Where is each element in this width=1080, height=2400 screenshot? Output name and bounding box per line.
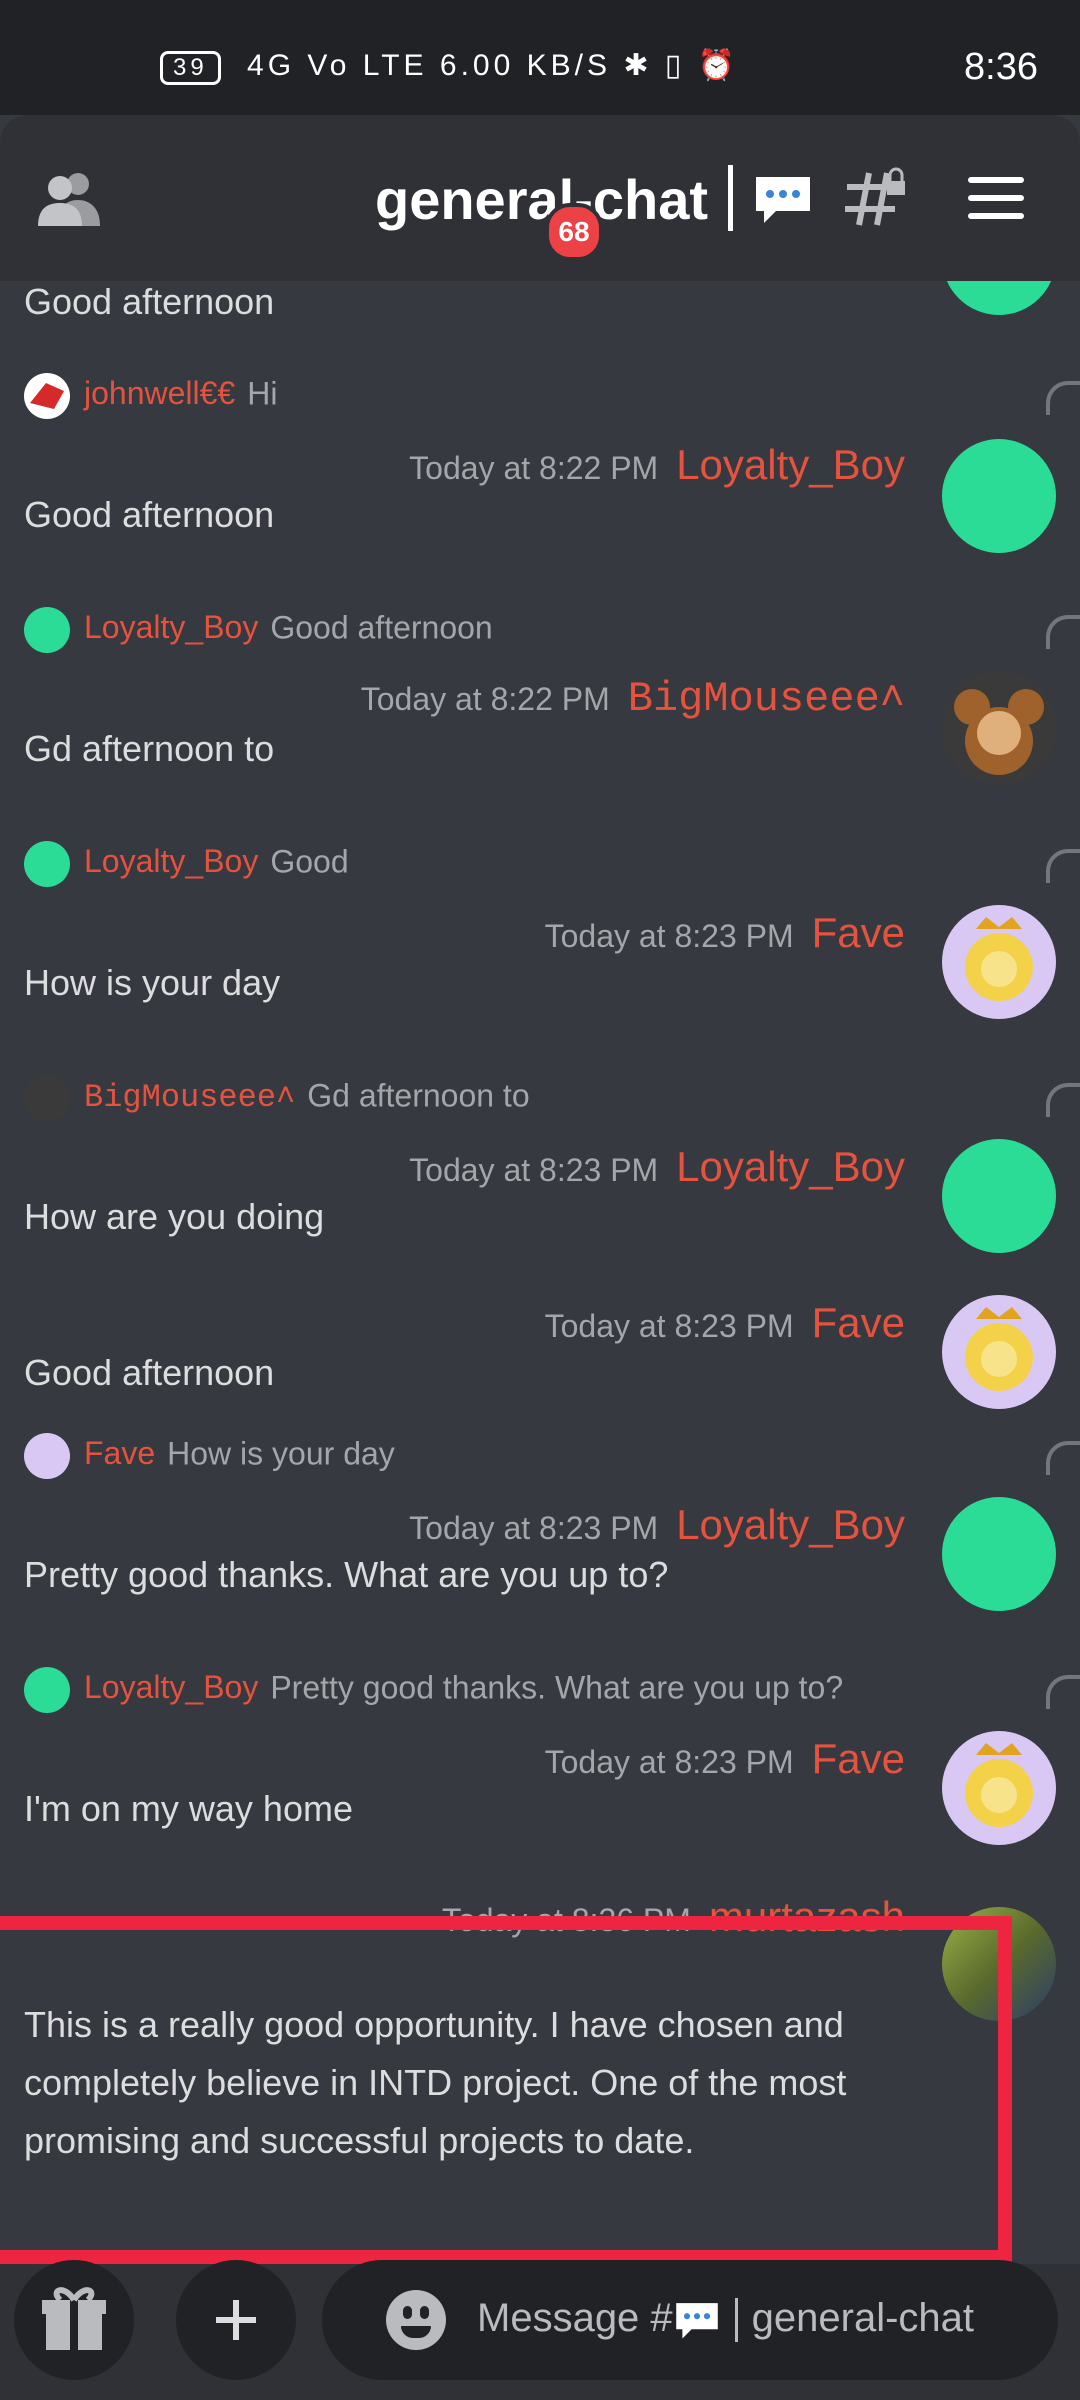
- reply-text: Good: [270, 843, 349, 880]
- reply-author[interactable]: BigMouseee˄: [84, 1079, 295, 1116]
- gift-icon: [42, 2287, 106, 2350]
- unread-badge: 68: [545, 203, 603, 261]
- avatar[interactable]: [942, 1295, 1056, 1409]
- reply-connector: [1046, 615, 1080, 649]
- avatar[interactable]: [942, 905, 1056, 1019]
- timestamp: Today at 8:23 PM: [409, 1152, 659, 1188]
- battery-icon: 39: [160, 51, 221, 85]
- author-name[interactable]: Fave: [812, 909, 905, 956]
- message-text: Pretty good thanks. What are you up to?: [24, 1554, 669, 1595]
- avatar[interactable]: [942, 439, 1056, 553]
- placeholder-prefix: Message #: [477, 2296, 673, 2340]
- timestamp: Today at 8:23 PM: [544, 1308, 794, 1344]
- reply-text: Good afternoon: [270, 609, 493, 646]
- author-name[interactable]: Loyalty_Boy: [676, 1501, 905, 1548]
- message-text: How is your day: [24, 962, 281, 1003]
- reply-author[interactable]: Fave: [84, 1435, 155, 1471]
- reply-author[interactable]: Loyalty_Boy: [84, 609, 258, 645]
- author-name[interactable]: BigMouseee˄: [628, 675, 905, 723]
- message-placeholder: Message # general-chat: [477, 2296, 975, 2343]
- message-text: Good afternoon: [24, 1352, 275, 1393]
- timestamp: Today at 8:23 PM: [409, 1510, 659, 1546]
- author-name[interactable]: Loyalty_Boy: [676, 441, 905, 488]
- locked-thread-icon[interactable]: [843, 165, 907, 229]
- message-text: Good afternoon: [24, 494, 275, 535]
- message-text: How are you doing: [24, 1196, 325, 1237]
- chat-bubble-icon: [675, 2303, 718, 2339]
- reply-connector: [1046, 1441, 1080, 1475]
- author-name[interactable]: Loyalty_Boy: [676, 1143, 905, 1190]
- reply-connector: [1046, 849, 1080, 883]
- avatar[interactable]: [942, 1497, 1056, 1611]
- message-text: I'm on my way home: [24, 1788, 353, 1829]
- plus-icon: [216, 2300, 256, 2340]
- timestamp: Today at 8:23 PM: [544, 1744, 794, 1780]
- avatar[interactable]: [942, 1139, 1056, 1253]
- mini-avatar: [24, 373, 70, 419]
- mini-avatar: [24, 841, 70, 887]
- author-name[interactable]: Fave: [812, 1299, 905, 1346]
- reply-connector: [1046, 1083, 1080, 1117]
- reply-connector: [1046, 1675, 1080, 1709]
- reply-text: Hi: [247, 375, 278, 412]
- avatar[interactable]: [942, 281, 1056, 315]
- placeholder-channel: general-chat: [751, 2296, 975, 2340]
- network-indicators: 4G Vo LTE 6.00 KB/S ✱ ▯ ⏰: [247, 49, 739, 82]
- status-indicators: 39 4G Vo LTE 6.00 KB/S ✱ ▯ ⏰: [160, 48, 739, 85]
- header-divider: [728, 165, 733, 231]
- mini-avatar: [24, 1075, 70, 1121]
- status-bar: 39 4G Vo LTE 6.00 KB/S ✱ ▯ ⏰ 8:36: [0, 0, 1080, 115]
- reply-text: How is your day: [167, 1435, 395, 1472]
- mini-avatar: [24, 1433, 70, 1479]
- chat-bubble-icon[interactable]: [752, 173, 814, 225]
- highlight-box: [0, 1916, 1012, 2264]
- reply-connector: [1046, 381, 1080, 415]
- clock: 8:36: [964, 46, 1038, 88]
- message-text: Gd afternoon to: [24, 728, 275, 769]
- timestamp: Today at 8:23 PM: [544, 918, 794, 954]
- timestamp: Today at 8:22 PM: [409, 450, 659, 486]
- reply-text: Gd afternoon to: [307, 1077, 530, 1114]
- mini-avatar: [24, 607, 70, 653]
- channel-header: general-chat 68: [0, 115, 1080, 281]
- message-text: Good afternoon: [24, 281, 275, 322]
- mini-avatar: [24, 1667, 70, 1713]
- avatar[interactable]: [942, 671, 1056, 785]
- reply-author[interactable]: Loyalty_Boy: [84, 843, 258, 879]
- message-composer: Message # general-chat: [0, 2260, 1080, 2400]
- gift-button[interactable]: [14, 2260, 134, 2380]
- add-button[interactable]: [176, 2260, 296, 2380]
- channel-title[interactable]: general-chat: [375, 167, 708, 232]
- reply-author[interactable]: johnwell€€: [84, 375, 235, 411]
- avatar[interactable]: [942, 1731, 1056, 1845]
- emoji-icon[interactable]: [386, 2290, 446, 2350]
- reply-text: Pretty good thanks. What are you up to?: [270, 1669, 844, 1706]
- reply-author[interactable]: Loyalty_Boy: [84, 1669, 258, 1705]
- message-input[interactable]: Message # general-chat: [322, 2260, 1058, 2380]
- author-name[interactable]: Fave: [812, 1735, 905, 1782]
- people-icon[interactable]: [38, 170, 102, 226]
- hamburger-menu-icon[interactable]: [968, 177, 1024, 219]
- timestamp: Today at 8:22 PM: [360, 681, 610, 717]
